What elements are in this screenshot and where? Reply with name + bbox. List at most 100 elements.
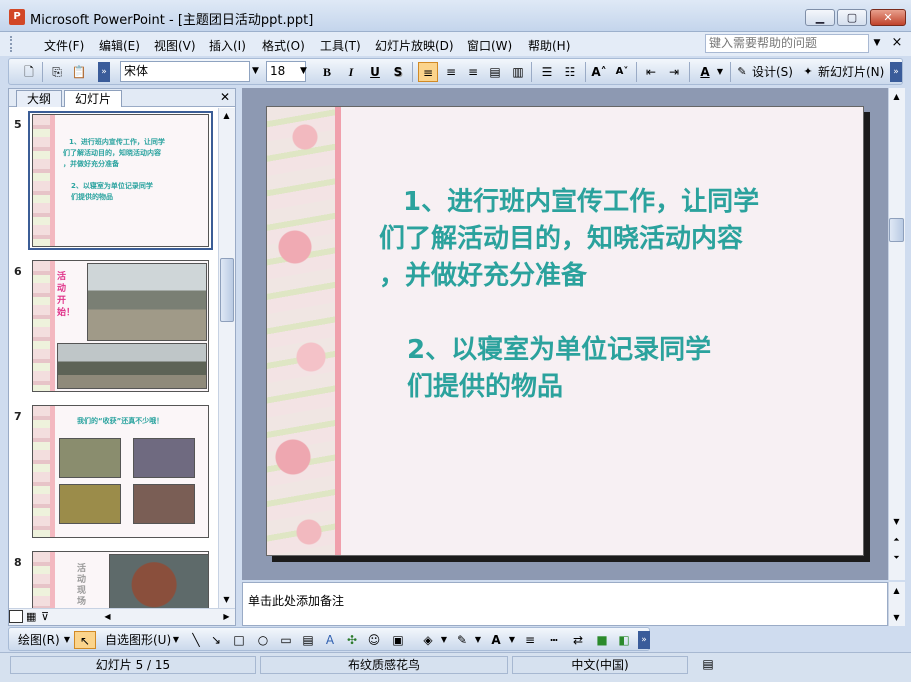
numbering-icon[interactable]: ☰ [538, 62, 556, 82]
slideshow-icon[interactable]: ⊽ [41, 610, 53, 623]
menu-tools[interactable]: 工具(T) [320, 37, 361, 54]
scroll-up-icon[interactable]: ▲ [219, 108, 234, 123]
increase-font-icon[interactable]: A˄ [590, 62, 608, 82]
menu-insert[interactable]: 插入(I) [209, 37, 246, 54]
current-slide[interactable]: 1、进行班内宣传工作，让同学 们了解活动目的，知晓活动内容 ，并做好充分准备 2… [266, 106, 864, 556]
distribute-icon[interactable]: ▤ [486, 62, 504, 82]
pane-close-icon[interactable]: ✕ [218, 90, 232, 104]
slide-text-line[interactable]: ，并做好充分准备 [379, 255, 587, 292]
scrollbar-thumb[interactable] [889, 218, 904, 242]
notes-placeholder[interactable]: 单击此处添加备注 [248, 592, 344, 609]
scroll-down-icon[interactable]: ▼ [889, 610, 904, 625]
menu-help[interactable]: 帮助(H) [528, 37, 570, 54]
line-color-dropdown-icon[interactable]: ▼ [474, 631, 482, 649]
align-right-icon[interactable]: ≡ [464, 62, 482, 82]
slide-text-line[interactable]: 2、以寝室为单位记录同学 [407, 329, 711, 366]
menu-slideshow[interactable]: 幻灯片放映(D) [375, 37, 454, 54]
slide-text-line[interactable]: 们提供的物品 [407, 366, 563, 403]
fill-dropdown-icon[interactable]: ▼ [440, 631, 448, 649]
rectangle-icon[interactable]: □ [230, 631, 248, 649]
picture-icon[interactable]: ▣ [390, 631, 406, 649]
underline-button[interactable]: U [366, 62, 384, 82]
draw-dropdown-icon[interactable]: ▼ [63, 631, 71, 649]
arrow-style-icon[interactable]: ⇄ [570, 631, 586, 649]
menu-format[interactable]: 格式(O) [262, 37, 305, 54]
font-color-icon[interactable]: A [694, 62, 716, 82]
chevron-down-icon[interactable]: ▼ [871, 36, 883, 50]
scroll-up-icon[interactable]: ▲ [889, 583, 904, 598]
scroll-down-icon[interactable]: ▼ [889, 514, 904, 529]
bold-button[interactable]: B [318, 62, 336, 82]
textbox-icon[interactable]: ▭ [278, 631, 294, 649]
shadow-style-icon[interactable]: ■ [594, 631, 610, 649]
document-close-icon[interactable]: × [890, 36, 904, 50]
scroll-right-icon[interactable]: ▶ [219, 609, 234, 624]
design-button[interactable]: 设计(S) [752, 62, 797, 82]
close-button[interactable]: ✕ [870, 9, 906, 26]
menu-grip[interactable] [10, 36, 14, 52]
slide-thumbnail-7[interactable]: 我们的“收获”还真不少哦！ [32, 405, 209, 538]
wordart-icon[interactable]: A [322, 631, 338, 649]
toolbar-options-icon[interactable]: » [890, 62, 902, 82]
bullets-icon[interactable]: ☷ [561, 62, 579, 82]
font-color-dropdown-icon[interactable]: ▼ [508, 631, 516, 649]
minimize-button[interactable]: ▁ [805, 9, 835, 26]
slide-text-line[interactable]: 1、进行班内宣传工作，让同学 [403, 181, 759, 218]
paste-icon[interactable]: 📋 [70, 62, 88, 82]
font-dropdown-icon[interactable]: ▼ [249, 62, 262, 81]
fill-color-icon[interactable]: ◈ [420, 631, 436, 649]
slide-thumbnail-8[interactable]: 活动现场 [32, 551, 209, 608]
toolbar-options-icon[interactable]: » [98, 62, 110, 82]
slide-text-line[interactable]: 们了解活动目的，知晓活动内容 [379, 218, 743, 255]
normal-view-icon[interactable] [9, 610, 23, 623]
clipart-icon[interactable]: ☺ [366, 631, 382, 649]
align-center-icon[interactable]: ≡ [442, 62, 460, 82]
copy-icon[interactable]: ⎘ [48, 62, 66, 82]
arrow-icon[interactable]: ↘ [208, 631, 224, 649]
tab-outline[interactable]: 大纲 [16, 90, 62, 107]
slide-thumbnail-5[interactable]: 1、进行班内宣传工作，让同学 们了解活动目的，知晓活动内容 ，并做好充分准备 2… [32, 114, 209, 247]
3d-style-icon[interactable]: ◧ [616, 631, 632, 649]
select-pointer-icon[interactable]: ↖ [74, 631, 96, 649]
new-slide-button[interactable]: 新幻灯片(N) [818, 62, 886, 82]
toolbar-options-icon[interactable]: » [638, 631, 650, 649]
powerpoint-icon[interactable]: P [9, 9, 25, 25]
scroll-left-icon[interactable]: ◀ [100, 609, 115, 624]
size-dropdown-icon[interactable]: ▼ [297, 62, 310, 81]
line-style-icon[interactable]: ≡ [522, 631, 538, 649]
menu-file[interactable]: 文件(F) [44, 37, 84, 54]
line-color-icon[interactable]: ✎ [454, 631, 470, 649]
vertical-textbox-icon[interactable]: ▤ [300, 631, 316, 649]
column-icon[interactable]: ▥ [509, 62, 527, 82]
previous-slide-icon[interactable]: ⏶ [889, 532, 904, 547]
oval-icon[interactable]: ○ [254, 631, 272, 649]
autoshapes-dropdown-icon[interactable]: ▼ [172, 631, 180, 649]
decrease-font-icon[interactable]: A˅ [613, 62, 631, 82]
diagram-icon[interactable]: ✣ [344, 631, 360, 649]
slide-thumbnail-6[interactable]: 活动开始！ [32, 260, 209, 392]
next-slide-icon[interactable]: ⏷ [889, 550, 904, 565]
menu-view[interactable]: 视图(V) [154, 37, 196, 54]
scrollbar-thumb[interactable] [220, 258, 234, 322]
font-name-select[interactable]: 宋体 [120, 61, 250, 82]
shadow-button[interactable]: S [389, 62, 407, 82]
italic-button[interactable]: I [342, 62, 360, 82]
dash-style-icon[interactable]: ┅ [546, 631, 562, 649]
increase-indent-icon[interactable]: ⇥ [665, 62, 683, 82]
menu-edit[interactable]: 编辑(E) [99, 37, 140, 54]
new-document-icon[interactable]: 🗋 [20, 62, 38, 82]
spelling-check-icon[interactable]: ▤ [694, 656, 722, 674]
font-color-icon[interactable]: A [488, 631, 504, 649]
scroll-down-icon[interactable]: ▼ [219, 592, 234, 607]
tab-slides[interactable]: 幻灯片 [64, 90, 122, 107]
font-color-dropdown-icon[interactable]: ▼ [715, 62, 725, 82]
help-search-input[interactable]: 键入需要帮助的问题 [705, 34, 869, 53]
maximize-button[interactable]: ▢ [837, 9, 867, 26]
thumbnail-scrollbar[interactable] [218, 108, 235, 608]
decrease-indent-icon[interactable]: ⇤ [642, 62, 660, 82]
slide-sorter-icon[interactable]: ▦ [26, 610, 38, 623]
menu-window[interactable]: 窗口(W) [467, 37, 512, 54]
scroll-up-icon[interactable]: ▲ [889, 89, 904, 104]
editor-scrollbar[interactable] [888, 88, 905, 580]
align-left-icon[interactable]: ≡ [418, 62, 438, 82]
